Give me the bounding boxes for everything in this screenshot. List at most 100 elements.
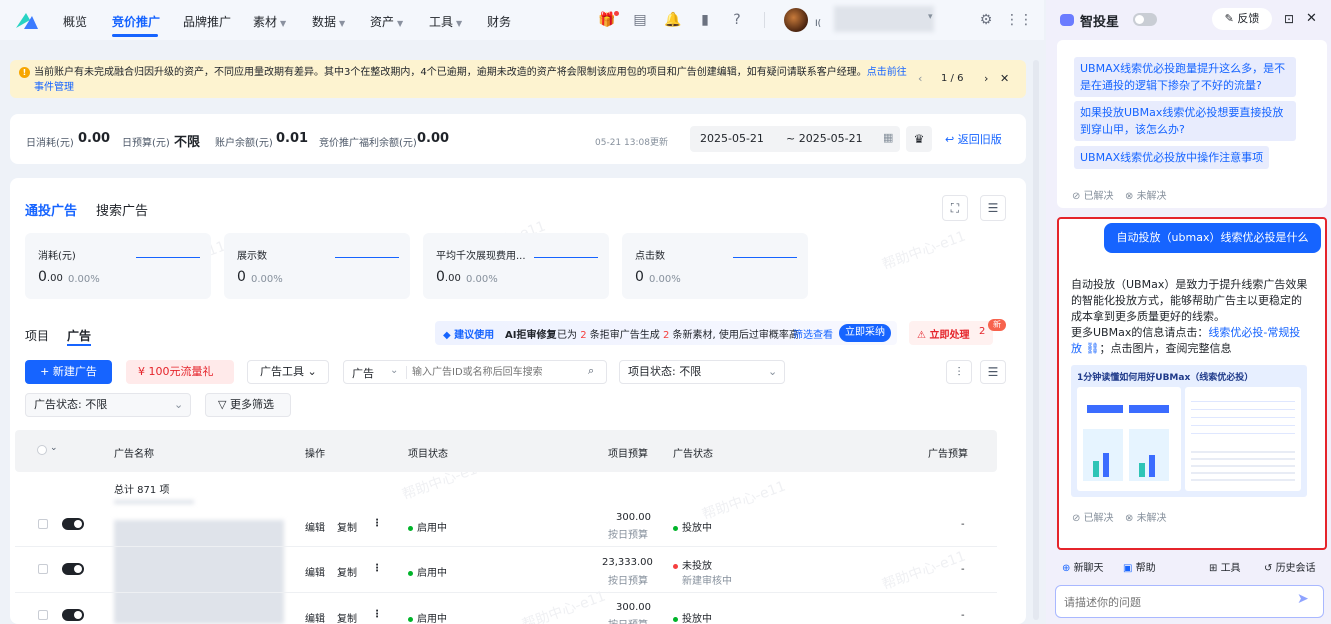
close-icon[interactable]: ✕ (1000, 72, 1009, 85)
row-toggle[interactable] (62, 518, 84, 530)
nav-item-assets[interactable]: 资产 ▼ (370, 13, 403, 30)
copy-link[interactable]: 复制 (337, 610, 357, 624)
adopt-button[interactable]: 立即采纳 (839, 324, 891, 342)
resolved-button[interactable]: ⊘ 已解决 (1072, 509, 1114, 524)
new-ad-button[interactable]: + 新建广告 (25, 360, 112, 384)
subtab-ad[interactable]: 广告 (67, 327, 91, 344)
document-icon[interactable]: ▮ (697, 12, 713, 28)
send-icon[interactable]: ➤ (1297, 591, 1309, 607)
filter-view-link[interactable]: 筛选查看 (793, 326, 833, 341)
unresolved-button[interactable]: ⊗ 未解决 (1125, 509, 1167, 524)
nav-item-material[interactable]: 素材 ▼ (253, 13, 286, 30)
tab-general-ads[interactable]: 通投广告 (25, 200, 77, 219)
account-name-redacted[interactable] (834, 6, 934, 32)
col-project-status[interactable]: 项目状态 (408, 445, 448, 460)
next-icon[interactable]: › (984, 72, 988, 85)
filter-sliders-icon[interactable]: ☰ (980, 360, 1006, 384)
chevron-down-icon: ⌄ (390, 365, 399, 376)
edit-link[interactable]: 编辑 (305, 564, 325, 579)
chevron-down-icon[interactable]: ⌄ (50, 443, 58, 453)
date-range-picker[interactable]: 2025-05-21 ~ 2025-05-21 ▦ (690, 126, 900, 152)
tab-search-ads[interactable]: 搜索广告 (96, 200, 148, 219)
grid-icon[interactable]: ⋮⋮ (1005, 12, 1033, 28)
page-scrollbar[interactable] (1033, 60, 1039, 620)
col-ad-budget[interactable]: 广告预算 (928, 445, 968, 460)
tools-button[interactable]: ⊞ 工具 (1209, 559, 1241, 574)
chevron-down-icon: ▼ (456, 19, 463, 28)
ad-search-box[interactable]: 广告 ⌄ ⌕ (343, 360, 607, 384)
gift-button[interactable]: ¥ 100元流量礼 (126, 360, 234, 384)
fullscreen-icon[interactable]: ⛶ (942, 195, 968, 221)
copy-link[interactable]: 复制 (337, 564, 357, 579)
column-settings-icon[interactable]: ⫶ (946, 360, 972, 384)
col-project-budget[interactable]: 项目预算 (608, 445, 648, 460)
urgent-handle-button[interactable]: ⚠ 立即处理 2 (909, 321, 993, 345)
help-icon[interactable]: ? (729, 12, 745, 28)
metric-card-cpm[interactable]: 平均千次展现费用... 0.00 0.00% (423, 233, 609, 299)
nav-item-data[interactable]: 数据 ▼ (312, 13, 345, 30)
metric-sparkline (534, 257, 598, 258)
suggested-question[interactable]: UBMAX线索优必投跑量提升这么多，是不是在通投的逻辑下掺杂了不好的流量? (1074, 57, 1296, 97)
history-button[interactable]: ↺ 历史会话 (1264, 559, 1316, 574)
question-input-box[interactable]: ➤ (1055, 585, 1324, 618)
chevron-down-icon: ⌄ (768, 365, 778, 378)
unresolved-button[interactable]: ⊗ 未解决 (1125, 187, 1167, 202)
metric-card-impressions[interactable]: 展示数 0 0.00% (224, 233, 410, 299)
nav-item-tools[interactable]: 工具 ▼ (429, 13, 462, 30)
dock-icon[interactable]: ⊡ (1284, 12, 1294, 26)
table-icon[interactable]: ▤ (632, 12, 648, 28)
question-input[interactable] (1064, 593, 1284, 611)
suggested-question[interactable]: UBMAX线索优必投放中操作注意事项 (1074, 146, 1270, 169)
ad-tools-dropdown[interactable]: 广告工具 ⌄ (247, 360, 329, 384)
select-all-checkbox[interactable] (37, 445, 47, 455)
col-ad-status[interactable]: 广告状态 (673, 445, 713, 460)
settings-sliders-icon[interactable]: ☰ (980, 195, 1006, 221)
more-filter-button[interactable]: ▽ 更多筛选 (205, 393, 291, 417)
help-button[interactable]: ▣ 帮助 (1123, 559, 1156, 574)
ad-search-input[interactable] (412, 363, 582, 381)
settings-icon[interactable]: ⚙ (978, 12, 994, 28)
new-chat-button[interactable]: ⊕ 新聊天 (1062, 559, 1104, 574)
promo-suggest: ◆ 建议使用 (443, 326, 494, 341)
lightbulb-icon[interactable]: ♛ (906, 126, 932, 152)
more-icon[interactable]: ⋮ (372, 563, 382, 574)
row-checkbox[interactable] (38, 519, 48, 529)
col-ad-name[interactable]: 广告名称 (114, 445, 154, 460)
nav-item-overview[interactable]: 概览 (63, 13, 87, 30)
row-toggle[interactable] (62, 563, 84, 575)
nav-item-finance[interactable]: 财务 (487, 13, 511, 30)
assistant-toggle[interactable] (1133, 13, 1157, 26)
ubmax-infographic[interactable]: 1分钟读懂如何用好UBMax（线索优必投） (1071, 365, 1307, 497)
avatar[interactable] (784, 8, 808, 32)
bell-icon[interactable]: 🔔 (664, 12, 681, 28)
row-checkbox[interactable] (38, 564, 48, 574)
metric-card-clicks[interactable]: 点击数 0 0.00% (622, 233, 808, 299)
gift-icon[interactable]: 🎁 (598, 12, 615, 28)
prev-icon[interactable]: ‹ (918, 72, 922, 85)
daily-budget-value[interactable]: 不限 (174, 131, 200, 150)
edit-link[interactable]: 编辑 (305, 519, 325, 534)
project-status-select[interactable]: 项目状态: 不限 ⌄ (619, 360, 785, 384)
metric-card-spend[interactable]: 消耗(元) 0.00 0.00% (25, 233, 211, 299)
chevron-down-icon[interactable]: ▾ (928, 12, 933, 22)
close-panel-icon[interactable]: ✕ (1306, 11, 1317, 26)
search-icon[interactable]: ⌕ (588, 364, 594, 378)
copy-link[interactable]: 复制 (337, 519, 357, 534)
nav-item-bidding[interactable]: 竞价推广 (112, 13, 160, 30)
resolved-button[interactable]: ⊘ 已解决 (1072, 187, 1114, 202)
back-old-version[interactable]: ↩ 返回旧版 (945, 131, 1002, 147)
edit-link[interactable]: 编辑 (305, 610, 325, 624)
more-icon[interactable]: ⋮ (372, 518, 382, 529)
tools-label: 工具 (1220, 563, 1241, 574)
search-type-select[interactable]: 广告 (352, 365, 374, 381)
nav-item-brand[interactable]: 品牌推广 (183, 13, 231, 30)
subtab-project[interactable]: 项目 (25, 327, 49, 344)
suggested-question[interactable]: 如果投放UBMax线索优必投想要直接投放到穿山甲，该怎么办? (1074, 101, 1296, 141)
row-checkbox[interactable] (38, 610, 48, 620)
ad-status-select[interactable]: 广告状态: 不限 ⌄ (25, 393, 191, 417)
more-icon[interactable]: ⋮ (372, 609, 382, 620)
ai-fix-promo: ◆ 建议使用 AI拒审修复 已为 2 条拒审广告生成 2 条新素材, 使用后过审… (435, 321, 897, 345)
row-toggle[interactable] (62, 609, 84, 621)
ad-status-value: 不限 (85, 398, 108, 411)
feedback-button[interactable]: ✎ 反馈 (1212, 8, 1272, 30)
